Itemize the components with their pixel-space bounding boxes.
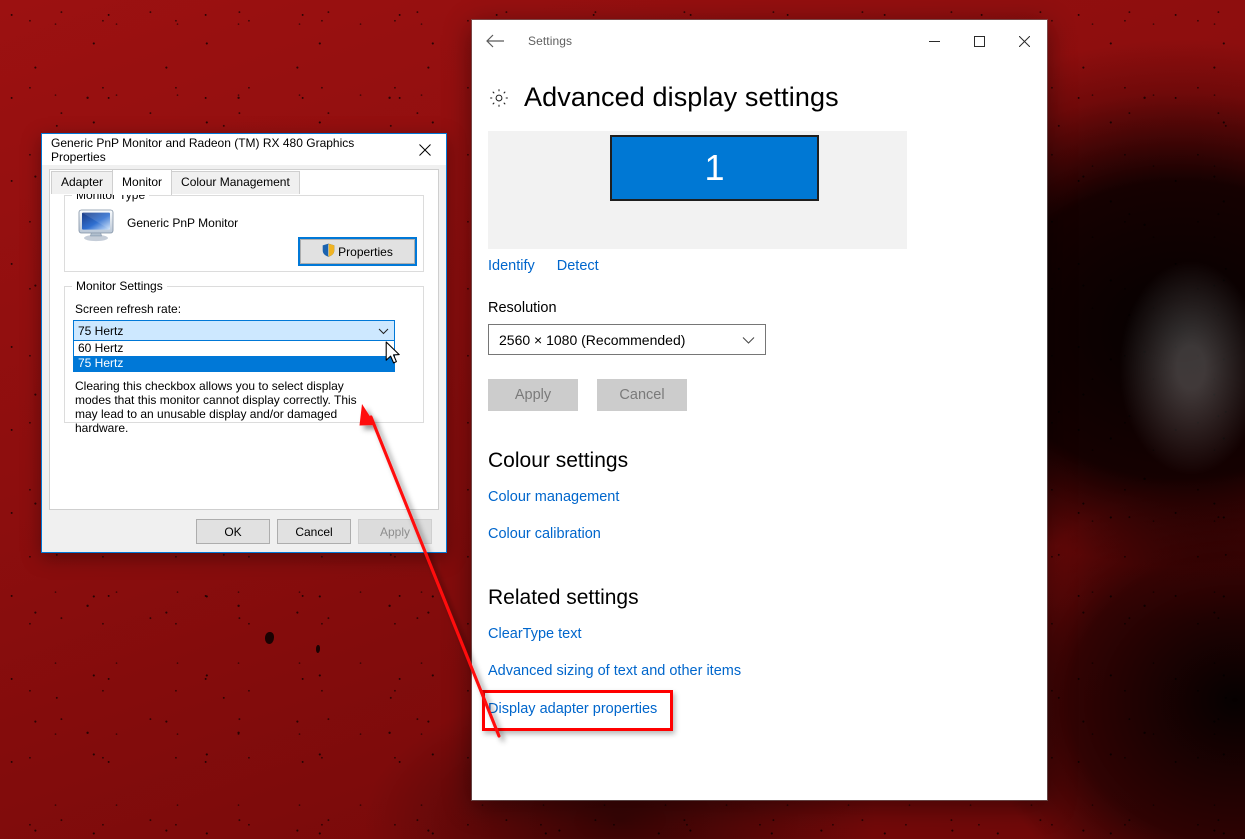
display-arrangement-preview: 1 [488,131,907,249]
settings-titlebar: Settings [472,20,1047,62]
back-arrow-icon[interactable] [472,20,518,62]
window-caption-buttons [912,20,1047,62]
monitor-properties-button-label: Properties [338,244,393,259]
display-adapter-properties-wrapper: Display adapter properties [482,690,1047,731]
wallpaper-highlight [1100,200,1245,620]
dialog-cancel-button[interactable]: Cancel [277,519,351,544]
cancel-button[interactable]: Cancel [597,379,687,411]
tab-monitor[interactable]: Monitor [112,169,173,195]
related-settings-links: ClearType text Advanced sizing of text a… [482,626,1047,731]
apply-cancel-buttons: Apply Cancel [488,379,1047,411]
uac-shield-icon [322,243,335,260]
settings-content: Advanced display settings 1 Identify Det… [472,62,1047,731]
settings-window-title: Settings [528,34,573,48]
screen-refresh-rate-dropdown[interactable]: 75 Hertz [73,320,395,341]
cleartype-text-link[interactable]: ClearType text [488,626,1047,642]
colour-calibration-link[interactable]: Colour calibration [488,526,1047,542]
advanced-sizing-link[interactable]: Advanced sizing of text and other items [488,663,1047,679]
page-header: Advanced display settings [488,82,1047,113]
settings-window: Settings Advanced display settings 1 Ide… [472,20,1047,800]
screen-refresh-rate-value: 75 Hertz [78,323,124,338]
resolution-dropdown[interactable]: 2560 × 1080 (Recommended) [488,324,766,355]
gear-icon [488,87,510,109]
identify-detect-links: Identify Detect [488,258,1047,274]
dialog-title: Generic PnP Monitor and Radeon (TM) RX 4… [51,135,355,164]
resolution-label: Resolution [488,300,557,316]
dialog-titlebar: Generic PnP Monitor and Radeon (TM) RX 4… [42,134,446,165]
colour-management-link[interactable]: Colour management [488,489,1047,505]
monitor-settings-legend: Monitor Settings [72,279,167,293]
detect-link[interactable]: Detect [557,258,599,274]
resolution-value: 2560 × 1080 (Recommended) [499,331,686,348]
display-tile-1[interactable]: 1 [610,135,819,201]
monitor-settings-group: Monitor Settings Screen refresh rate: 75… [64,279,424,435]
close-button[interactable] [1002,20,1047,62]
display-adapter-properties-link[interactable]: Display adapter properties [488,701,657,717]
monitor-icon [77,208,115,242]
monitor-name-label: Generic PnP Monitor [127,216,239,230]
chevron-down-icon [742,332,755,348]
dialog-button-row: OK Cancel Apply [42,519,446,544]
related-settings-heading: Related settings [488,586,639,609]
colour-settings-heading: Colour settings [488,449,629,472]
ok-button[interactable]: OK [196,519,270,544]
maximize-button[interactable] [957,20,1002,62]
chevron-down-icon [378,324,389,338]
refresh-rate-warning-text: Clearing this checkbox allows you to sel… [75,379,357,435]
mouse-pointer [385,341,403,372]
screen-refresh-rate-label: Screen refresh rate: [75,302,182,316]
minimize-button[interactable] [912,20,957,62]
apply-button[interactable]: Apply [488,379,578,411]
dialog-tabs: Adapter Monitor Colour Management [42,165,446,195]
monitor-properties-button[interactable]: Properties [298,237,417,266]
dialog-tab-page: Monitor Type Generic PnP Monitor Propert… [49,169,439,510]
identify-link[interactable]: Identify [488,258,535,274]
monitor-type-group: Monitor Type Generic PnP Monitor Propert… [64,188,424,272]
option-75-hertz[interactable]: 75 Hertz [74,356,394,371]
page-title: Advanced display settings [524,82,839,112]
dialog-apply-button: Apply [358,519,432,544]
colour-settings-links: Colour management Colour calibration [488,489,1047,542]
option-60-hertz[interactable]: 60 Hertz [74,341,394,356]
screen-refresh-rate-options[interactable]: 60 Hertz 75 Hertz [73,341,395,372]
tab-adapter[interactable]: Adapter [51,171,114,194]
dialog-close-button[interactable] [403,135,446,165]
tab-colour-management[interactable]: Colour Management [171,171,300,194]
